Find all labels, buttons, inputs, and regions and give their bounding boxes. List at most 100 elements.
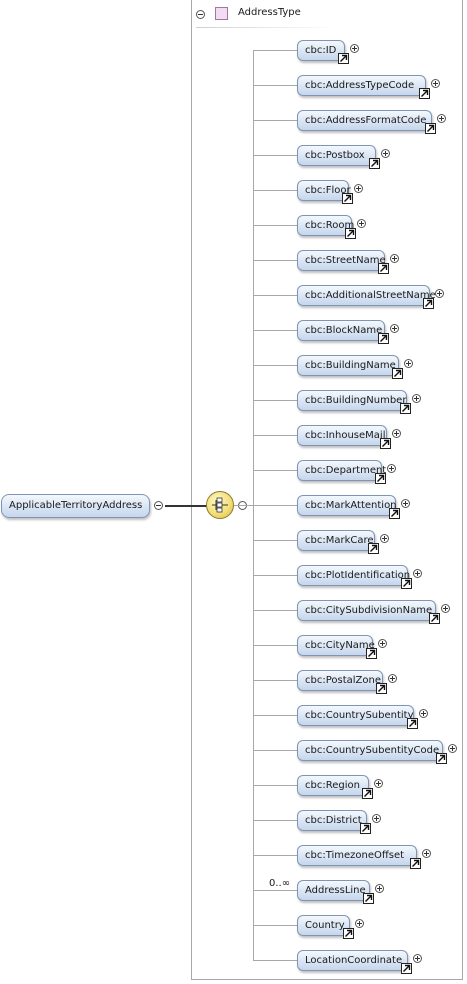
branch-connector <box>254 715 297 716</box>
expand-element-icon[interactable] <box>357 219 366 228</box>
expand-element-icon[interactable] <box>413 569 422 578</box>
expand-element-icon[interactable] <box>381 149 390 158</box>
reference-arrow-icon <box>378 333 389 344</box>
reference-arrow-icon <box>375 473 386 484</box>
expand-element-icon[interactable] <box>392 429 401 438</box>
element-node[interactable]: cbc:MarkAttention <box>297 495 397 516</box>
reference-arrow-icon <box>423 298 434 309</box>
element-node[interactable]: cbc:PlotIdentification <box>297 565 410 586</box>
branch-connector <box>254 750 297 751</box>
branch-connector <box>254 120 297 121</box>
element-node[interactable]: cbc:CountrySubentityCode <box>297 740 443 761</box>
element-node[interactable]: cbc:CountrySubentity <box>297 705 414 726</box>
reference-arrow-icon <box>338 53 349 64</box>
reference-arrow-icon <box>425 123 436 134</box>
type-title: AddressType <box>238 7 301 18</box>
branch-connector <box>254 645 297 646</box>
element-node[interactable]: cbc:AdditionalStreetName <box>297 285 436 306</box>
expand-element-icon[interactable] <box>372 814 381 823</box>
expand-element-icon[interactable] <box>431 79 440 88</box>
expand-element-icon[interactable] <box>422 849 431 858</box>
reference-arrow-icon <box>407 718 418 729</box>
branch-connector <box>254 435 297 436</box>
expand-element-icon[interactable] <box>435 289 444 298</box>
expand-element-icon[interactable] <box>350 44 359 53</box>
branch-connector <box>254 190 297 191</box>
collapse-type-icon[interactable] <box>196 10 205 19</box>
reference-arrow-icon <box>369 158 380 169</box>
reference-arrow-icon <box>363 893 374 904</box>
branch-connector <box>254 960 297 961</box>
reference-arrow-icon <box>401 963 412 974</box>
element-node[interactable]: AddressLine <box>297 880 370 901</box>
sequence-connector <box>234 505 253 506</box>
expand-element-icon[interactable] <box>388 674 397 683</box>
branch-connector <box>254 260 297 261</box>
branch-connector <box>254 855 297 856</box>
element-node[interactable]: cbc:BuildingNumber <box>297 390 407 411</box>
reference-arrow-icon <box>366 648 377 659</box>
element-node[interactable]: cbc:AddressTypeCode <box>297 75 426 96</box>
expand-element-icon[interactable] <box>401 499 410 508</box>
expand-element-icon[interactable] <box>412 394 421 403</box>
expand-element-icon[interactable] <box>441 604 450 613</box>
reference-arrow-icon <box>419 88 430 99</box>
element-node[interactable]: cbc:District <box>297 810 367 831</box>
element-node[interactable]: cbc:MarkCare <box>297 530 375 551</box>
branch-connector <box>254 365 297 366</box>
reference-arrow-icon <box>376 683 387 694</box>
expand-element-icon[interactable] <box>404 359 413 368</box>
element-node[interactable]: cbc:TimezoneOffset <box>297 845 417 866</box>
branch-connector <box>254 295 297 296</box>
expand-element-icon[interactable] <box>355 919 364 928</box>
element-node[interactable]: cbc:Room <box>297 215 354 236</box>
expand-element-icon[interactable] <box>374 779 383 788</box>
element-node[interactable]: cbc:PostalZone <box>297 670 383 691</box>
reference-arrow-icon <box>400 403 411 414</box>
expand-element-icon[interactable] <box>390 254 399 263</box>
reference-arrow-icon <box>392 368 403 379</box>
element-node[interactable]: cbc:AddressFormatCode <box>297 110 432 131</box>
element-node[interactable]: cbc:InhouseMail <box>297 425 387 446</box>
sequence-compositor-icon[interactable] <box>206 491 234 519</box>
expand-element-icon[interactable] <box>390 324 399 333</box>
expand-element-icon[interactable] <box>378 639 387 648</box>
element-node[interactable]: cbc:BlockName <box>297 320 385 341</box>
branch-connector <box>254 330 297 331</box>
expand-element-icon[interactable] <box>380 534 389 543</box>
element-node[interactable]: cbc:StreetName <box>297 250 386 271</box>
branch-connector <box>254 400 297 401</box>
expand-element-icon[interactable] <box>437 114 446 123</box>
element-node[interactable]: cbc:CityName <box>297 635 375 656</box>
branch-connector <box>254 610 297 611</box>
occurrence-label: 0..∞ <box>269 878 291 889</box>
element-node[interactable]: cbc:CitySubdivisionName <box>297 600 436 621</box>
reference-arrow-icon <box>389 508 400 519</box>
branch-connector <box>254 155 297 156</box>
element-node[interactable]: cbc:Postbox <box>297 145 376 166</box>
expand-element-icon[interactable] <box>413 954 422 963</box>
reference-arrow-icon <box>362 788 373 799</box>
branch-connector <box>254 575 297 576</box>
branch-connector <box>254 820 297 821</box>
complex-type-icon <box>215 7 228 20</box>
element-node[interactable]: cbc:Department <box>297 460 386 481</box>
collapse-root-icon[interactable] <box>154 501 163 510</box>
reference-arrow-icon <box>368 543 379 554</box>
reference-arrow-icon <box>410 858 421 869</box>
expand-element-icon[interactable] <box>375 884 384 893</box>
expand-element-icon[interactable] <box>419 709 428 718</box>
branch-connector <box>254 925 297 926</box>
reference-arrow-icon <box>345 228 356 239</box>
branch-connector <box>254 505 297 506</box>
element-node[interactable]: cbc:Region <box>297 775 369 796</box>
reference-arrow-icon <box>378 263 389 274</box>
expand-element-icon[interactable] <box>448 744 457 753</box>
branch-connector <box>254 540 297 541</box>
expand-element-icon[interactable] <box>354 184 363 193</box>
expand-element-icon[interactable] <box>387 464 396 473</box>
element-node[interactable]: LocationCoordinate <box>297 950 408 971</box>
reference-arrow-icon <box>343 928 354 939</box>
element-node[interactable]: cbc:BuildingName <box>297 355 399 376</box>
root-element-node[interactable]: ApplicableTerritoryAddress <box>1 494 151 518</box>
